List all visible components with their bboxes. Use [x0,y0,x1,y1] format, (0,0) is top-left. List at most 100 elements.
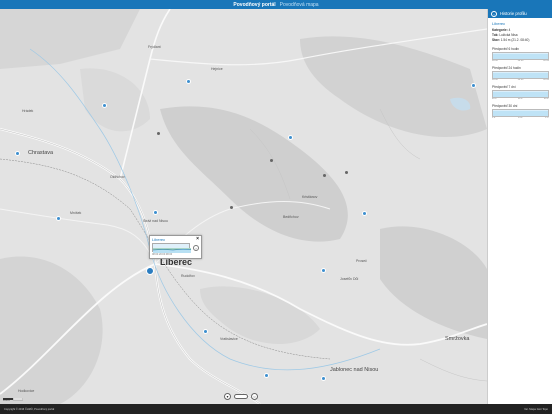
place-label: Kristiánov [302,195,318,199]
layers-icon[interactable]: ▾ [224,393,231,400]
forecast-chart[interactable] [492,52,549,60]
close-icon[interactable]: × [196,236,199,242]
stream-value: Lužická Nisa [499,33,518,37]
stream-label: Tok: [492,33,499,37]
station-popup[interactable]: Liberec × › 08:00 20:00 08:00 [149,235,202,259]
forecast-chart-fill [493,111,548,116]
axis-tick-label: 18:00 [543,60,549,62]
place-label: Hejnice [211,67,223,71]
popup-chart-axis: 08:00 20:00 08:00 [152,253,173,256]
place-label: Jablonec nad Nisou [330,367,379,373]
footer-map-source: Ver. Mapa: Esri Topo [524,407,548,411]
place-label: Rudolfov [181,274,195,278]
forecast-section-label: Předpověď 24 hodin [492,66,521,70]
app-subtitle[interactable]: Povodňová mapa [280,2,319,8]
place-label: Josefův Důl [340,277,359,281]
sidebar-header-label[interactable]: Historie profilu [500,11,527,16]
forecast-chart-fill [493,54,548,59]
map-poi [230,206,233,209]
forecast-chart-axis: 1.2. 15.2. 1.3. [492,117,549,119]
axis-tick-label: 06:00 [492,79,498,81]
forecast-section: Předpověď 30 dní 1.2. 15.2. 1.3. [492,104,549,119]
profile-sidebar: ‹ Historie profilu Liberec Kategorie: 4 … [487,9,552,404]
axis-tick-label: 24.2. [543,98,549,100]
place-label: Hrádek [22,109,34,113]
forecast-chart[interactable] [492,71,549,79]
axis-tick-label: 1.3. [545,117,549,119]
station-marker[interactable] [362,211,367,216]
forecast-section: Předpověď 6 hodin 06:00 12:00 18:00 [492,47,549,62]
timeline-slider[interactable] [234,394,248,399]
play-icon[interactable]: ○ [251,393,258,400]
forecast-chart[interactable] [492,90,549,98]
station-marker[interactable] [321,376,326,381]
forecast-section-label: Předpověď 6 hodin [492,47,519,51]
app: Povodňový portál Povodňová mapa Liberec … [0,0,552,414]
map-poi [323,174,326,177]
station-marker[interactable] [321,268,326,273]
forecast-chart-axis: 20.2. 22.2. 24.2. [492,98,549,100]
forecast-section-label: Předpověď 7 dní [492,85,516,89]
place-label: Bedřichov [283,215,299,219]
place-label: Proseč [356,259,367,263]
state-row: Stav: 1.54 m (21.2. 08:40) [492,38,548,43]
place-label: Vratislavice [220,337,238,341]
station-marker[interactable] [471,83,476,88]
station-marker[interactable] [288,135,293,140]
axis-tick-label: 22.2. [517,98,524,100]
station-name: Liberec [492,21,506,26]
station-marker[interactable] [203,329,208,334]
category-label: Kategorie: [492,28,508,32]
forecast-chart[interactable] [492,109,549,117]
popup-chart [152,243,191,253]
app-title[interactable]: Povodňový portál [233,2,275,8]
place-label: Stráž nad Nisou [143,219,168,223]
map-controls: ▾ ○ [224,393,258,400]
scale-bar-line [3,398,23,401]
popup-chart-line [153,248,191,253]
axis-tick-label: 18:00 [543,79,549,81]
footer: Copyright © 2016 ČHMÚ, Povodňový portál … [0,404,552,414]
station-marker[interactable] [153,210,158,215]
forecast-section-label: Předpověď 30 dní [492,104,518,108]
place-label: Frýdlant [148,45,161,49]
map-poi [157,132,160,135]
station-marker-active[interactable] [146,267,154,275]
forecast-sections: Předpověď 6 hodin 06:00 12:00 18:00 Předpově… [492,47,549,119]
axis-tick-label: 12:00 [517,79,524,81]
station-marker[interactable] [102,103,107,108]
station-marker[interactable] [264,373,269,378]
forecast-section: Předpověď 7 dní 20.2. 22.2. 24.2. [492,85,549,100]
map-view[interactable]: Liberec Chrastava Jablonec nad Nisou Smržov… [0,9,487,404]
station-marker[interactable] [56,216,61,221]
axis-tick-label: 06:00 [492,60,498,62]
state-label: Stav: [492,38,500,42]
place-label: Hodkovice [18,389,35,393]
top-bar: Povodňový portál Povodňová mapa [0,0,552,9]
forecast-section: Předpověď 24 hodin 06:00 12:00 18:00 [492,66,549,81]
map-terrain [0,9,487,404]
chevron-right-icon[interactable]: › [193,245,199,251]
station-marker[interactable] [15,151,20,156]
station-marker[interactable] [186,79,191,84]
place-label: Oldřichov [110,175,125,179]
sidebar-header[interactable]: ‹ Historie profilu [488,9,552,18]
axis-tick-label: 12:00 [517,60,524,62]
axis-tick-label: 20.2. [492,98,498,100]
state-value: 1.54 m (21.2. 08:40) [500,38,530,42]
popup-title[interactable]: Liberec [152,237,165,242]
category-value: 4 [508,28,511,32]
place-label: Chrastava [28,150,54,156]
map-poi [345,171,348,174]
map-poi [270,159,273,162]
footer-copyright: Copyright © 2016 ČHMÚ, Povodňový portál [4,407,55,411]
axis-tick-label: 1.2. [492,117,496,119]
forecast-chart-fill [493,92,548,97]
forecast-chart-fill [493,73,548,78]
place-label: Smržovka [445,336,470,342]
scale-bar: 3 km [3,398,23,402]
axis-tick-label: 15.2. [517,117,524,119]
forecast-chart-axis: 06:00 12:00 18:00 [492,79,549,81]
back-icon[interactable]: ‹ [491,10,497,17]
place-label: Mníšek [70,211,82,215]
